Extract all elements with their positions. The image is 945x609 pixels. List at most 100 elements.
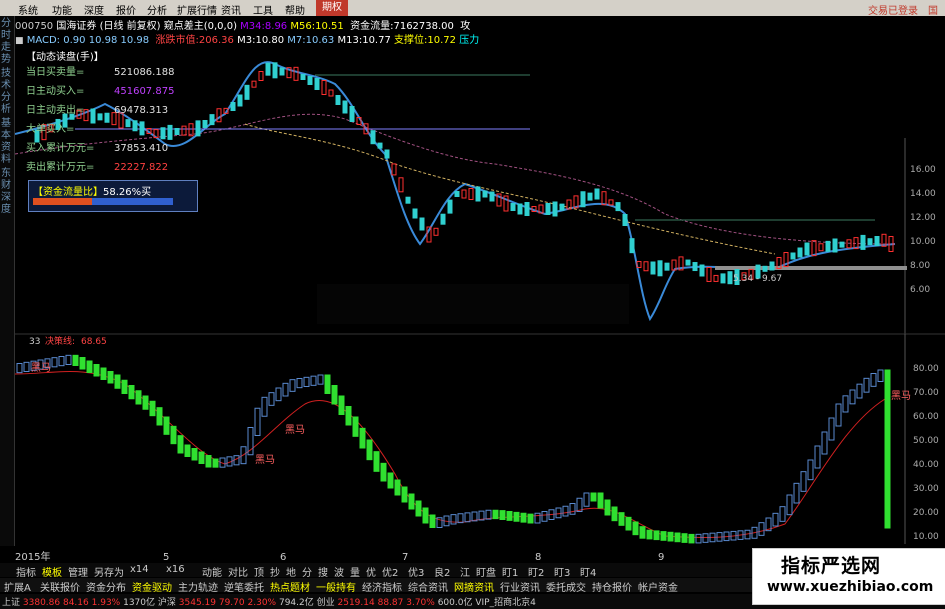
candle <box>314 78 320 90</box>
indicator-bar <box>597 492 604 509</box>
indicator-tab-17[interactable]: 优3 <box>408 564 424 579</box>
indicator-bar <box>254 407 261 436</box>
indicator-tab-10[interactable]: 地 <box>286 564 296 579</box>
indicator-tab-6[interactable]: 动能 <box>202 564 222 579</box>
indicator-bar <box>562 505 569 517</box>
candle <box>727 271 733 285</box>
sh-index-pct: 1.93% <box>91 598 121 608</box>
indicator-tab-20[interactable]: 盯盘 <box>476 564 496 579</box>
indicator-bar <box>170 425 177 445</box>
indicator-tab-0[interactable]: 指标 <box>16 564 36 579</box>
indicator-tab-8[interactable]: 顶 <box>254 564 264 579</box>
extension-tab-10[interactable]: 网摘资讯 <box>454 579 494 594</box>
indicator-bar <box>828 417 835 441</box>
indicator-tab-2[interactable]: 管理 <box>68 564 88 579</box>
extension-tab-0[interactable]: 扩展A <box>4 579 31 594</box>
candle <box>804 242 810 256</box>
dynamic-row: 日主动卖出= 69478.313 <box>26 101 196 120</box>
extension-tab-11[interactable]: 行业资讯 <box>500 579 540 594</box>
indicator-tab-4[interactable]: x14 <box>130 564 149 575</box>
watermark-url: www.xuezhibiao.com <box>767 579 934 595</box>
watermark: 指标严选网 www.xuezhibiao.com <box>752 548 945 605</box>
indicator-tab-22[interactable]: 盯2 <box>528 564 544 579</box>
menu-item-system[interactable]: 系统 <box>18 2 38 17</box>
indicator-tab-9[interactable]: 抄 <box>270 564 280 579</box>
extension-tab-8[interactable]: 经济指标 <box>362 579 402 594</box>
menu-item-analysis[interactable]: 分析 <box>147 2 167 17</box>
indicator-tab-14[interactable]: 量 <box>350 564 360 579</box>
candle <box>202 120 208 128</box>
indicator-tab-12[interactable]: 搜 <box>318 564 328 579</box>
x-axis-year: 2015年 <box>15 550 50 563</box>
indicator-tab-18[interactable]: 良2 <box>434 564 450 579</box>
indicator-tab-15[interactable]: 优 <box>366 564 376 579</box>
indicator-bar <box>16 363 23 374</box>
candle <box>692 262 698 272</box>
menu-item-options[interactable]: 期权 <box>316 0 348 16</box>
extension-tab-5[interactable]: 逆笔委托 <box>224 579 264 594</box>
extension-tab-9[interactable]: 综合资讯 <box>408 579 448 594</box>
indicator-bar <box>478 510 485 521</box>
candle <box>300 74 306 80</box>
indicator-bar <box>422 507 429 524</box>
sidebar-tab-basic[interactable]: 基本资料 <box>1 118 13 166</box>
indicator-bar <box>793 482 800 504</box>
x-axis-month-5: 5 <box>163 552 169 563</box>
candle <box>524 202 530 216</box>
extension-tab-3[interactable]: 资金驱动 <box>132 579 172 594</box>
sz-index-amount: 794.2亿 <box>278 598 314 608</box>
menu-item-news[interactable]: 资讯 <box>221 2 241 17</box>
sidebar-tab-technical[interactable]: 技术分析 <box>1 68 13 116</box>
extension-tab-12[interactable]: 委托成交 <box>546 579 586 594</box>
indicator-bar <box>667 531 674 542</box>
candle <box>405 196 411 204</box>
candle <box>608 199 614 206</box>
menu-item-quote[interactable]: 报价 <box>116 2 136 17</box>
indicator-tab-1[interactable]: 模板 <box>42 564 62 579</box>
indicator-tab-16[interactable]: 优2 <box>382 564 398 579</box>
candle <box>874 236 880 246</box>
menu-item-function[interactable]: 功能 <box>52 2 72 17</box>
indicator-tab-23[interactable]: 盯3 <box>554 564 570 579</box>
menu-item-extended[interactable]: 扩展行情 <box>177 2 217 17</box>
sidebar-tab-intraday[interactable]: 分时走势 <box>1 18 13 66</box>
indicator-bar <box>338 395 345 415</box>
extension-tab-13[interactable]: 持仓报价 <box>592 579 632 594</box>
indicator-tab-13[interactable]: 波 <box>334 564 344 579</box>
indicator-bar <box>583 492 590 507</box>
menu-item-tools[interactable]: 工具 <box>253 2 273 17</box>
extension-tab-1[interactable]: 关联报价 <box>40 579 80 594</box>
price-axis-tick: 14.00 <box>910 189 936 199</box>
menu-item-help[interactable]: 帮助 <box>285 2 305 17</box>
indicator-tab-7[interactable]: 对比 <box>228 564 248 579</box>
sz-index-value: 3545.19 <box>178 598 216 608</box>
indicator-bar <box>786 494 793 516</box>
extension-tab-6[interactable]: 热点题材 <box>270 579 310 594</box>
candle <box>433 227 439 236</box>
candle <box>475 186 481 202</box>
indicator-bar <box>415 500 422 517</box>
indicator-tab-11[interactable]: 分 <box>302 564 312 579</box>
menu-item-depth[interactable]: 深度 <box>84 2 104 17</box>
indicator-bar <box>324 374 331 394</box>
sidebar-tab-depth[interactable]: 东财深度 <box>1 168 13 216</box>
indicator-tab-19[interactable]: 江 <box>460 564 470 579</box>
extension-tab-14[interactable]: 帐户资金 <box>638 579 678 594</box>
login-status: 交易已登录 <box>868 6 918 17</box>
indicator-bar <box>646 529 653 540</box>
indicator-bar <box>359 427 366 449</box>
indicator-tab-3[interactable]: 另存为 <box>94 564 124 579</box>
extension-tab-7[interactable]: 一般持有 <box>316 579 356 594</box>
indicator-tab-5[interactable]: x16 <box>166 564 185 575</box>
dynamic-row-label: 买入累计万元= <box>26 143 95 154</box>
sidebar: 分时走势 技术分析 基本资料 东财深度 <box>0 16 15 546</box>
extension-tab-2[interactable]: 资金分布 <box>86 579 126 594</box>
indicator-tab-24[interactable]: 盯4 <box>580 564 596 579</box>
extension-tab-4[interactable]: 主力轨迹 <box>178 579 218 594</box>
candle <box>559 203 565 211</box>
indicator-bar <box>282 382 289 397</box>
candle <box>713 274 719 282</box>
indicator-bar <box>639 526 646 539</box>
indicator-tab-21[interactable]: 盯1 <box>502 564 518 579</box>
indicator-bar <box>261 396 268 417</box>
